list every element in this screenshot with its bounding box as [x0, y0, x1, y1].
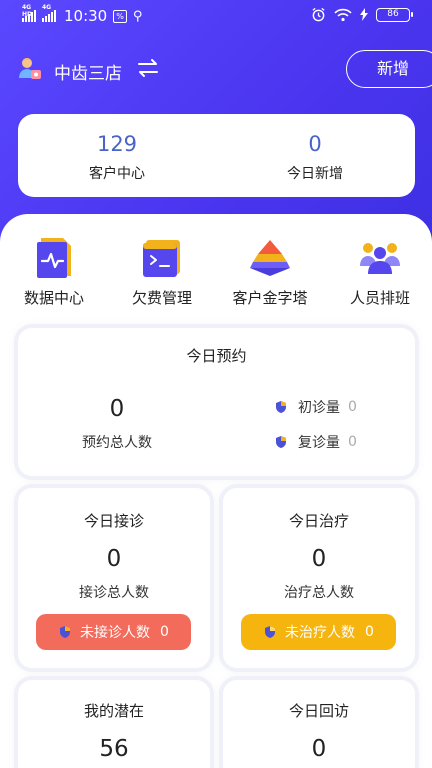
top-bar: 中齿三店 新增	[0, 46, 432, 92]
not-treated-button[interactable]: 未治疗人数 0	[241, 614, 396, 650]
not-received-button[interactable]: 未接诊人数 0	[36, 614, 191, 650]
switch-store-icon[interactable]	[136, 56, 160, 80]
reception-title: 今日接诊	[83, 512, 144, 530]
customer-center-count: 129	[96, 132, 138, 156]
appointments-title: 今日预约	[186, 347, 247, 365]
return-visit-row: 复诊量 0	[274, 432, 357, 452]
quick-label-arrears: 欠费管理	[131, 289, 192, 307]
data-center-icon	[37, 238, 71, 278]
wifi-icon	[334, 8, 352, 21]
store-avatar-icon[interactable]	[18, 56, 42, 82]
customer-center-label: 客户中心	[89, 166, 145, 182]
appointments-total-label: 预约总人数	[82, 435, 152, 451]
reception-total-label: 接诊总人数	[79, 585, 149, 601]
followup-title: 今日回访	[288, 702, 349, 720]
quick-label-data-center: 数据中心	[23, 289, 84, 307]
charging-icon	[360, 8, 368, 21]
treatment-card[interactable]: 今日治疗 0 治疗总人数 未治疗人数 0	[223, 488, 415, 668]
shield-icon	[276, 401, 286, 413]
add-button[interactable]: 新增	[346, 50, 432, 88]
treatment-total: 0	[311, 546, 327, 572]
battery-icon: 86	[376, 7, 413, 22]
first-visit-label: 初诊量	[298, 400, 340, 416]
potential-title: 我的潜在	[83, 702, 144, 720]
pyramid-icon	[250, 240, 290, 276]
followup-total: 0	[311, 736, 327, 762]
followup-card[interactable]: 今日回访 0	[223, 680, 415, 768]
shield-icon	[276, 436, 286, 448]
today-new-stat[interactable]: 0 今日新增	[216, 132, 414, 183]
return-visit-value: 0	[348, 434, 357, 450]
reception-total: 0	[106, 546, 122, 572]
not-treated-value: 0	[365, 624, 374, 640]
shield-icon	[265, 626, 276, 638]
today-new-label: 今日新增	[287, 166, 343, 182]
first-visit-value: 0	[348, 399, 357, 415]
alarm-icon	[312, 7, 325, 22]
potential-total: 56	[99, 736, 129, 762]
quick-label-customer-pyramid: 客户金字塔	[232, 289, 308, 307]
not-received-value: 0	[160, 624, 169, 640]
quick-item-arrears[interactable]: 欠费管理	[114, 236, 210, 308]
signal-icon-2: 4G	[42, 4, 56, 22]
store-name[interactable]: 中齿三店	[54, 59, 122, 84]
treatment-title: 今日治疗	[288, 512, 349, 530]
usb-icon: ⚲	[132, 8, 143, 24]
summary-card: 129 客户中心 0 今日新增	[18, 114, 415, 197]
staff-icon	[360, 243, 400, 274]
terminal-icon	[143, 240, 180, 277]
not-treated-label: 未治疗人数	[285, 625, 356, 641]
quick-item-data-center[interactable]: 数据中心	[6, 236, 102, 308]
signal-icon-1: 4G HD	[22, 4, 36, 22]
appointments-total: 0	[109, 396, 125, 422]
reception-card[interactable]: 今日接诊 0 接诊总人数 未接诊人数 0	[18, 488, 210, 668]
quick-label-staff-schedule: 人员排班	[349, 289, 410, 307]
appointments-card[interactable]: 今日预约 0 预约总人数 初诊量 0 复诊量 0	[18, 328, 415, 476]
treatment-total-label: 治疗总人数	[284, 585, 354, 601]
status-bar: 4G HD 4G 10:30 % ⚲ 86	[0, 0, 432, 34]
quick-item-staff-schedule[interactable]: 人员排班	[332, 236, 428, 308]
quick-item-customer-pyramid[interactable]: 客户金字塔	[222, 236, 318, 308]
return-visit-label: 复诊量	[298, 435, 340, 451]
clock: 10:30	[64, 7, 108, 25]
first-visit-row: 初诊量 0	[274, 397, 357, 417]
customer-center-stat[interactable]: 129 客户中心	[18, 132, 216, 183]
today-new-count: 0	[308, 132, 322, 156]
potential-card[interactable]: 我的潜在 56	[18, 680, 210, 768]
not-received-label: 未接诊人数	[80, 625, 151, 641]
notification-badge: %	[113, 9, 127, 23]
shield-icon	[60, 626, 71, 638]
